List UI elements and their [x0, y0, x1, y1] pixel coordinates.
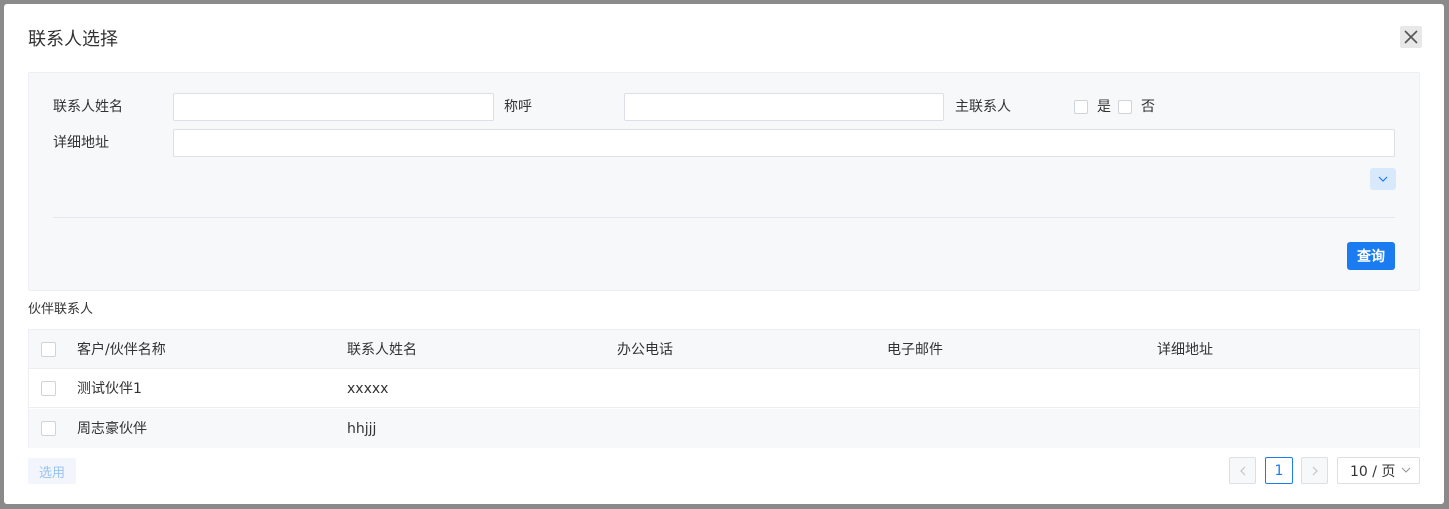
table-row[interactable]: 周志豪伙伴 hhjjj [29, 409, 1419, 448]
column-header: 联系人姓名 [347, 342, 417, 358]
partner-name-cell: 测试伙伴1 [77, 381, 142, 397]
dialog-title: 联系人选择 [28, 29, 118, 50]
close-button[interactable] [1400, 26, 1422, 48]
primary-no-label: 否 [1141, 99, 1155, 115]
row-checkbox[interactable] [41, 381, 56, 396]
page-size-value: 10 / 页 [1350, 463, 1396, 480]
primary-no-checkbox[interactable] [1118, 100, 1132, 114]
salutation-label: 称呼 [504, 99, 532, 115]
next-page-button[interactable] [1301, 457, 1328, 484]
current-page-button[interactable]: 1 [1265, 457, 1293, 484]
row-checkbox[interactable] [41, 421, 56, 436]
section-title: 伙伴联系人 [28, 302, 94, 317]
expand-button[interactable] [1370, 168, 1396, 190]
column-header: 详细地址 [1157, 342, 1213, 358]
table-header: 客户/伙伴名称 联系人姓名 办公电话 电子邮件 详细地址 [29, 330, 1419, 369]
column-header: 办公电话 [617, 342, 673, 358]
contacts-table: 客户/伙伴名称 联系人姓名 办公电话 电子邮件 详细地址 测试伙伴1 xxxxx… [28, 329, 1420, 448]
chevron-left-icon [1239, 466, 1245, 475]
primary-contact-label: 主联系人 [955, 99, 1011, 115]
primary-yes-label: 是 [1097, 99, 1111, 115]
select-button[interactable]: 选用 [28, 458, 76, 484]
contact-select-dialog: 联系人选择 联系人姓名 称呼 主联系人 是 否 详细地址 查询 伙伴联系人 客户… [4, 4, 1444, 504]
select-all-checkbox[interactable] [41, 342, 56, 357]
partner-name-cell: 周志豪伙伴 [77, 421, 147, 437]
page-size-select[interactable]: 10 / 页 [1337, 457, 1420, 484]
query-button[interactable]: 查询 [1347, 242, 1395, 270]
contact-name-cell: xxxxx [347, 381, 389, 397]
chevron-down-icon [1378, 176, 1388, 182]
divider [53, 217, 1395, 218]
chevron-right-icon [1312, 466, 1318, 475]
table-row[interactable]: 测试伙伴1 xxxxx [29, 369, 1419, 408]
column-header: 客户/伙伴名称 [77, 342, 166, 358]
chevron-down-icon [1401, 467, 1411, 473]
salutation-input[interactable] [624, 93, 944, 121]
column-header: 电子邮件 [887, 342, 943, 358]
contact-name-label: 联系人姓名 [53, 99, 123, 115]
close-icon [1404, 30, 1418, 44]
primary-yes-checkbox[interactable] [1074, 100, 1088, 114]
contact-name-input[interactable] [173, 93, 494, 121]
address-input[interactable] [173, 129, 1395, 157]
contact-name-cell: hhjjj [347, 421, 377, 437]
search-panel: 联系人姓名 称呼 主联系人 是 否 详细地址 查询 [28, 72, 1420, 291]
address-label: 详细地址 [53, 135, 109, 151]
prev-page-button[interactable] [1229, 457, 1256, 484]
